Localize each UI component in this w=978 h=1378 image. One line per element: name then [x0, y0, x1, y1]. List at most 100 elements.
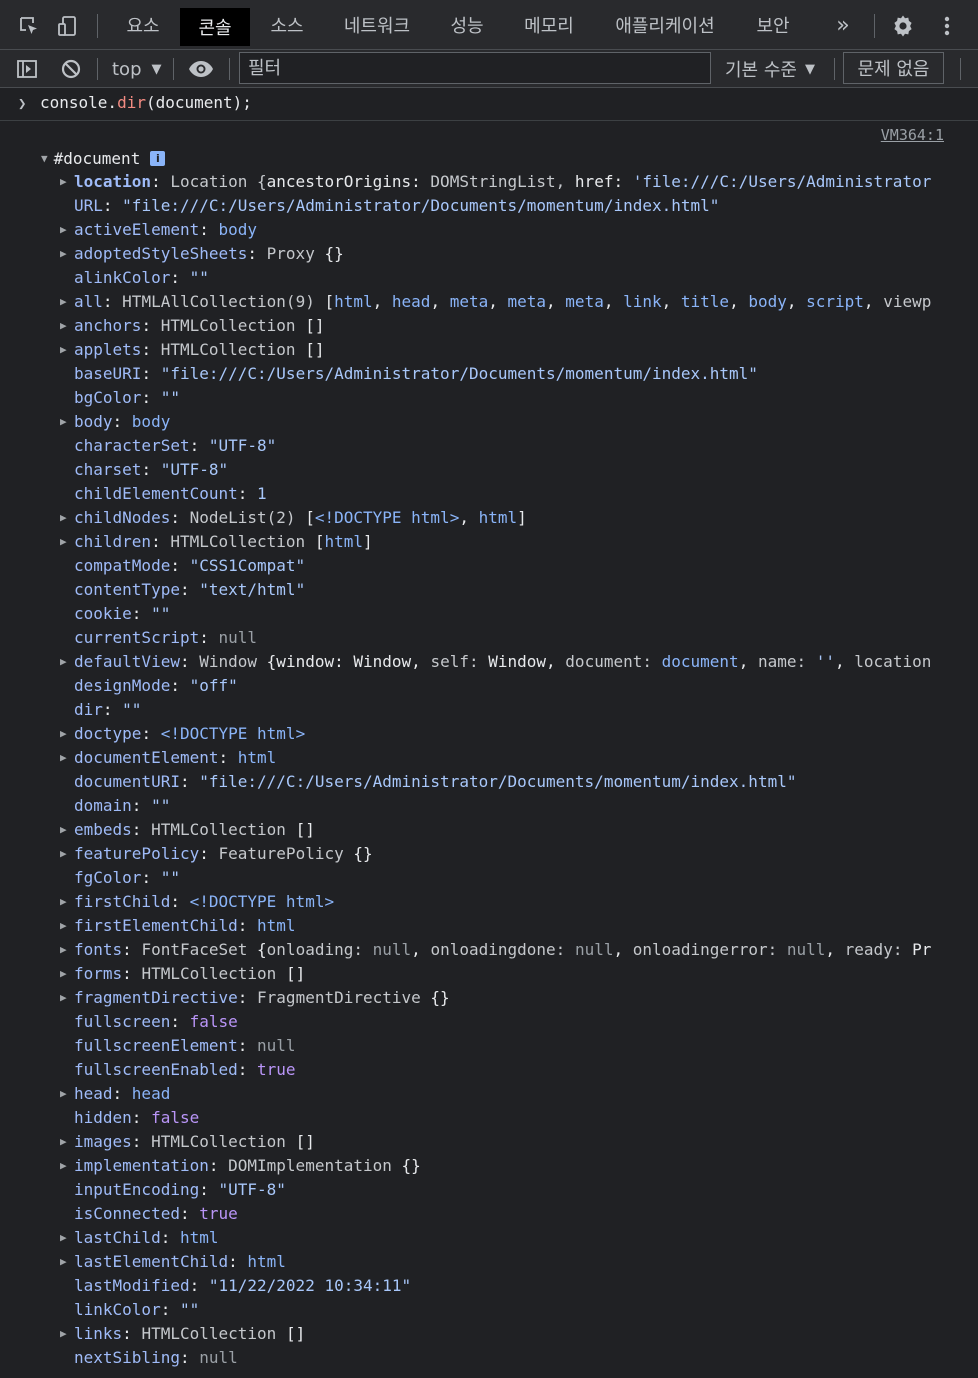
tab-sources[interactable]: 소스 [252, 6, 322, 44]
property-row[interactable]: ▶ firstChild: <!DOCTYPE html> [0, 890, 955, 914]
expand-triangle-icon[interactable]: ▶ [60, 290, 70, 314]
property-value: HTMLCollection [160, 340, 306, 359]
property-row[interactable]: ▶ embeds: HTMLCollection [] [0, 818, 955, 842]
dropdown-arrow-icon: ▼ [804, 61, 815, 77]
property-row[interactable]: ▶ adoptedStyleSheets: Proxy {} [0, 242, 955, 266]
expand-triangle-icon[interactable]: ▶ [60, 986, 70, 1010]
property-text: isConnected: true [74, 1204, 238, 1223]
issues-button[interactable]: 문제 없음 [843, 52, 944, 84]
clear-console-icon[interactable] [58, 56, 84, 82]
property-text: all: HTMLAllCollection(9) [html, head, m… [74, 292, 932, 311]
expand-triangle-icon[interactable]: ▶ [60, 410, 70, 434]
property-row[interactable]: ▶ lastChild: html [0, 1226, 955, 1250]
source-link[interactable]: VM364:1 [881, 126, 944, 144]
expanded-triangle-icon[interactable]: ▼ [41, 152, 48, 165]
property-value: href: [574, 172, 633, 191]
expand-triangle-icon[interactable]: ▶ [60, 722, 70, 746]
property-text: fragmentDirective: FragmentDirective {} [74, 988, 450, 1007]
device-toolbar-icon[interactable] [55, 13, 81, 39]
tab-security[interactable]: 보안 [738, 6, 808, 44]
property-value: HTMLCollection [151, 1132, 296, 1151]
tab-memory[interactable]: 메모리 [506, 6, 592, 44]
tab-console[interactable]: 콘솔 [180, 8, 250, 46]
property-row[interactable]: ▶ body: body [0, 410, 955, 434]
expand-triangle-icon[interactable]: ▶ [60, 530, 70, 554]
tab-application[interactable]: 애플리케이션 [596, 6, 734, 44]
property-value: "" [160, 388, 180, 407]
property-value: location [854, 652, 932, 671]
expand-triangle-icon[interactable]: ▶ [60, 314, 70, 338]
expand-triangle-icon[interactable]: ▶ [60, 338, 70, 362]
property-value: null [257, 1036, 296, 1055]
log-levels-dropdown[interactable]: 기본 수준 ▼ [725, 56, 815, 82]
more-tabs-button[interactable]: » [826, 6, 860, 44]
expand-triangle-icon[interactable]: ▶ [60, 1250, 70, 1274]
info-icon[interactable]: i [150, 150, 166, 166]
property-text: charset: "UTF-8" [74, 460, 229, 479]
property-value: "file:///C:/Users/Administrator/Document… [160, 364, 758, 383]
property-row[interactable]: ▶ implementation: DOMImplementation {} [0, 1154, 955, 1178]
property-row[interactable]: ▶ featurePolicy: FeaturePolicy {} [0, 842, 955, 866]
property-key: activeElement [74, 220, 200, 239]
tab-elements[interactable]: 요소 [108, 6, 178, 44]
property-row[interactable]: ▶ firstElementChild: html [0, 914, 955, 938]
expand-triangle-icon[interactable]: ▶ [60, 914, 70, 938]
show-sidebar-icon[interactable] [14, 56, 40, 82]
property-row[interactable]: ▶ applets: HTMLCollection [] [0, 338, 955, 362]
property-row[interactable]: ▶ all: HTMLAllCollection(9) [html, head, … [0, 290, 955, 314]
filter-input[interactable] [239, 52, 711, 84]
property-value: , [863, 292, 884, 311]
expand-triangle-icon[interactable]: ▶ [60, 1130, 70, 1154]
expand-triangle-icon[interactable]: ▶ [60, 962, 70, 986]
expand-triangle-icon[interactable]: ▶ [60, 1226, 70, 1250]
document-root[interactable]: ▼ #document i [41, 146, 166, 170]
property-key: hidden [74, 1108, 132, 1127]
expand-triangle-icon[interactable]: ▶ [60, 170, 70, 194]
expand-triangle-icon[interactable]: ▶ [60, 818, 70, 842]
property-row[interactable]: ▶ fragmentDirective: FragmentDirective {} [0, 986, 955, 1010]
property-row[interactable]: ▶ documentElement: html [0, 746, 955, 770]
property-row[interactable]: ▶ forms: HTMLCollection [] [0, 962, 955, 986]
property-value: null [574, 940, 614, 959]
property-key: applets [74, 340, 142, 359]
property-row[interactable]: ▶ childNodes: NodeList(2) [<!DOCTYPE html… [0, 506, 955, 530]
property-row[interactable]: ▶ defaultView: Window {window: Window, se… [0, 650, 955, 674]
property-row[interactable]: ▶ children: HTMLCollection [html] [0, 530, 955, 554]
property-value: false [151, 1108, 200, 1127]
expand-triangle-icon[interactable]: ▶ [60, 1082, 70, 1106]
expand-triangle-icon[interactable]: ▶ [60, 506, 70, 530]
property-row[interactable]: ▶ location: Location {ancestorOrigins: DO… [0, 170, 955, 194]
property-text: URL: "file:///C:/Users/Administrator/Doc… [74, 196, 720, 215]
property-row[interactable]: ▶ activeElement: body [0, 218, 955, 242]
property-row[interactable]: ▶ anchors: HTMLCollection [] [0, 314, 955, 338]
expand-triangle-icon[interactable]: ▶ [60, 890, 70, 914]
property-row[interactable]: ▶ links: HTMLCollection [] [0, 1322, 955, 1346]
property-value: "file:///C:/Users/Administrator/Document… [122, 196, 720, 215]
property-row: lastModified: "11/22/2022 10:34:11" [0, 1274, 955, 1298]
divider [97, 58, 98, 80]
property-row[interactable]: ▶ doctype: <!DOCTYPE html> [0, 722, 955, 746]
property-row[interactable]: ▶ lastElementChild: html [0, 1250, 955, 1274]
expand-triangle-icon[interactable]: ▶ [60, 218, 70, 242]
property-row[interactable]: ▶ fonts: FontFaceSet {onloading: null, on… [0, 938, 955, 962]
inspect-element-icon[interactable] [16, 13, 42, 39]
property-row[interactable]: ▶ head: head [0, 1082, 955, 1106]
tab-network[interactable]: 네트워크 [326, 6, 428, 44]
more-options-icon[interactable] [934, 13, 960, 39]
expand-triangle-icon[interactable]: ▶ [60, 1154, 70, 1178]
expand-triangle-icon[interactable]: ▶ [60, 242, 70, 266]
tab-performance[interactable]: 성능 [432, 6, 502, 44]
context-label: top [112, 58, 142, 80]
expand-triangle-icon[interactable]: ▶ [60, 650, 70, 674]
expand-triangle-icon[interactable]: ▶ [60, 746, 70, 770]
expand-triangle-icon[interactable]: ▶ [60, 1322, 70, 1346]
property-row[interactable]: ▶ images: HTMLCollection [] [0, 1130, 955, 1154]
context-selector[interactable]: top ▼ [112, 56, 162, 82]
expand-triangle-icon[interactable]: ▶ [60, 938, 70, 962]
property-key: documentElement [74, 748, 219, 767]
property-value: "" [151, 796, 171, 815]
expand-triangle-icon[interactable]: ▶ [60, 842, 70, 866]
property-key: dir [74, 700, 103, 719]
live-expression-eye-icon[interactable] [188, 56, 214, 82]
settings-gear-icon[interactable] [890, 13, 916, 39]
